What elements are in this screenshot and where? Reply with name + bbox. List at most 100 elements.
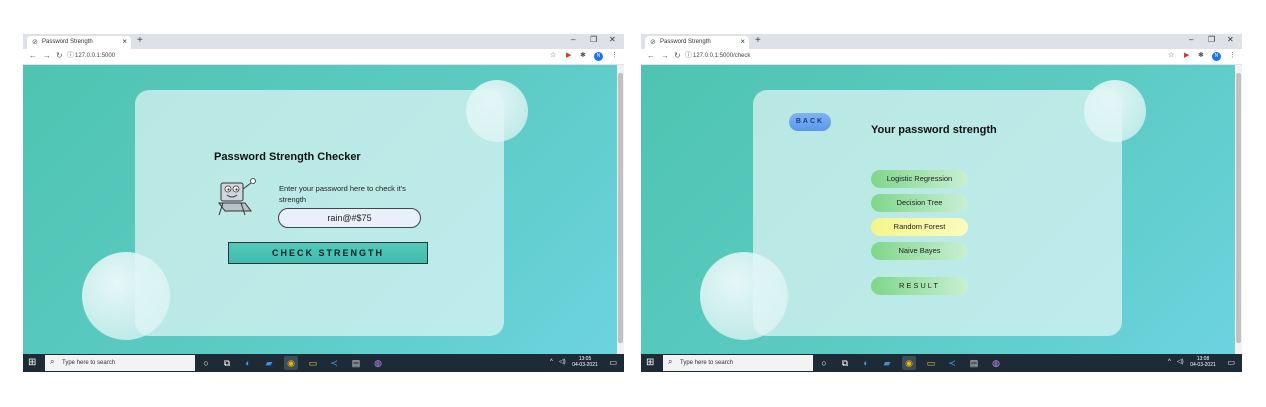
profile-avatar[interactable]: N	[594, 52, 603, 61]
chrome-icon[interactable]: ◉	[902, 356, 916, 370]
password-hint: Enter your password here to check it's s…	[279, 184, 406, 204]
browser-tab[interactable]: ⊘ Password Strength ×	[27, 36, 131, 49]
maximize-icon[interactable]: ❐	[590, 36, 597, 44]
clock-date: 04-03-2021	[1190, 362, 1216, 368]
arrow-right-icon[interactable]: →	[661, 52, 669, 60]
chrome-icon[interactable]: ◉	[284, 356, 298, 370]
edge-browser-icon[interactable]: ◐	[241, 356, 255, 370]
cortana-icon[interactable]: ○	[817, 356, 831, 370]
page-viewport: BACK Your password strength Logistic Reg…	[641, 65, 1235, 354]
file-explorer-icon[interactable]: ▭	[924, 356, 938, 370]
tray-chevron-icon[interactable]: ^	[1168, 359, 1171, 366]
menu-kebab-icon[interactable]: ⋮	[611, 52, 618, 60]
browser-tab-strip: ⊘ Password Strength × + – ❐ ✕	[23, 34, 624, 49]
arrow-right-icon[interactable]: →	[43, 52, 51, 60]
terminal-icon[interactable]: ▤	[349, 356, 363, 370]
close-window-icon[interactable]: ✕	[1227, 36, 1234, 44]
cortana-icon[interactable]: ○	[199, 356, 213, 370]
windows-icon[interactable]: ⊞	[28, 358, 36, 368]
extensions-puzzle-icon[interactable]: ✱	[1198, 52, 1204, 60]
volume-icon[interactable]: ◁)	[1177, 359, 1184, 366]
glass-card: BACK Your password strength Logistic Reg…	[753, 90, 1122, 336]
glass-card: Password Strength Checker Enter your pas…	[135, 90, 504, 336]
screenshot-strength-results: ⊘ Password Strength × + – ❐ ✕ ← → ↻ ⓘ 12…	[641, 34, 1242, 372]
minimize-icon[interactable]: –	[571, 36, 575, 44]
task-view-icon[interactable]: ⧉	[220, 356, 234, 370]
terminal-icon[interactable]: ▤	[967, 356, 981, 370]
file-explorer-icon[interactable]: ▭	[306, 356, 320, 370]
page-title: Password Strength Checker	[214, 151, 361, 163]
reload-icon[interactable]: ↻	[56, 52, 63, 60]
page-scrollbar[interactable]	[617, 65, 624, 354]
extensions-puzzle-icon[interactable]: ✱	[580, 52, 586, 60]
star-icon[interactable]: ☆	[550, 52, 556, 60]
scrollbar-thumb[interactable]	[1236, 73, 1241, 343]
laptop-mascot-icon	[218, 178, 256, 216]
app-circle-icon[interactable]: ◍	[371, 356, 385, 370]
profile-avatar[interactable]: N	[1212, 52, 1221, 61]
notification-icon[interactable]: ▭	[609, 358, 617, 367]
address-bar-row: ← → ↻ ⓘ 127.0.0.1:5000 ☆ ▶ ✱ N ⋮	[23, 49, 624, 65]
globe-icon: ⊘	[650, 39, 656, 46]
close-tab-icon[interactable]: ×	[122, 38, 127, 46]
url-field[interactable]: 127.0.0.1:5000	[75, 53, 115, 60]
result-button[interactable]: RESULT	[871, 277, 968, 295]
page-viewport: Password Strength Checker Enter your pas…	[23, 65, 617, 354]
vscode-icon[interactable]: ≺	[327, 356, 341, 370]
new-tab-icon[interactable]: +	[137, 36, 143, 46]
address-bar-row: ← → ↻ ⓘ 127.0.0.1:5000/check ☆ ▶ ✱ N ⋮	[641, 49, 1242, 65]
store-icon[interactable]: ▰	[262, 356, 276, 370]
taskbar-search-box[interactable]: ⌕ Type here to search	[45, 355, 195, 371]
close-tab-icon[interactable]: ×	[740, 38, 745, 46]
password-input[interactable]: rain@#$75	[278, 208, 421, 228]
check-strength-button[interactable]: CHECK STRENGTH	[228, 242, 428, 264]
browser-tab-strip: ⊘ Password Strength × + – ❐ ✕	[641, 34, 1242, 49]
windows-taskbar: ⊞ ⌕ Type here to search ○ ⧉ ◐ ▰ ◉ ▭ ≺ ▤ …	[641, 354, 1242, 372]
page-scrollbar[interactable]	[1235, 65, 1242, 354]
minimize-icon[interactable]: –	[1189, 36, 1193, 44]
tab-title: Password Strength	[42, 39, 93, 45]
model-decision-tree[interactable]: Decision Tree	[871, 194, 968, 212]
youtube-extension-icon[interactable]: ▶	[566, 52, 571, 60]
volume-icon[interactable]: ◁)	[559, 359, 566, 366]
screenshot-password-input: ⊘ Password Strength × + – ❐ ✕ ← → ↻ ⓘ 12…	[23, 34, 624, 372]
search-icon: ⌕	[50, 357, 55, 366]
tab-title: Password Strength	[660, 39, 711, 45]
model-naive-bayes[interactable]: Naive Bayes	[871, 242, 968, 260]
model-logistic-regression[interactable]: Logistic Regression	[871, 170, 968, 188]
model-random-forest[interactable]: Random Forest	[871, 218, 968, 236]
close-window-icon[interactable]: ✕	[609, 36, 616, 44]
system-clock[interactable]: 13:05 04-03-2021	[567, 356, 603, 368]
vscode-icon[interactable]: ≺	[945, 356, 959, 370]
taskbar-search-placeholder: Type here to search	[680, 360, 734, 366]
arrow-left-icon[interactable]: ←	[647, 52, 655, 60]
back-button[interactable]: BACK	[789, 113, 831, 131]
menu-kebab-icon[interactable]: ⋮	[1229, 52, 1236, 60]
search-icon: ⌕	[668, 357, 673, 366]
info-icon: ⓘ	[67, 52, 74, 59]
star-icon[interactable]: ☆	[1168, 52, 1174, 60]
reload-icon[interactable]: ↻	[674, 52, 681, 60]
store-icon[interactable]: ▰	[880, 356, 894, 370]
clock-date: 04-03-2021	[572, 362, 598, 368]
browser-tab[interactable]: ⊘ Password Strength ×	[645, 36, 749, 49]
windows-taskbar: ⊞ ⌕ Type here to search ○ ⧉ ◐ ▰ ◉ ▭ ≺ ▤ …	[23, 354, 624, 372]
taskbar-search-placeholder: Type here to search	[62, 360, 116, 366]
info-icon: ⓘ	[685, 52, 692, 59]
url-field[interactable]: 127.0.0.1:5000/check	[693, 53, 750, 60]
tray-chevron-icon[interactable]: ^	[550, 359, 553, 366]
arrow-left-icon[interactable]: ←	[29, 52, 37, 60]
page-title: Your password strength	[871, 124, 997, 136]
maximize-icon[interactable]: ❐	[1208, 36, 1215, 44]
windows-icon[interactable]: ⊞	[646, 358, 654, 368]
scrollbar-thumb[interactable]	[618, 73, 623, 343]
taskbar-search-box[interactable]: ⌕ Type here to search	[663, 355, 813, 371]
task-view-icon[interactable]: ⧉	[838, 356, 852, 370]
edge-browser-icon[interactable]: ◐	[859, 356, 873, 370]
new-tab-icon[interactable]: +	[755, 36, 761, 46]
globe-icon: ⊘	[32, 39, 38, 46]
youtube-extension-icon[interactable]: ▶	[1184, 52, 1189, 60]
app-circle-icon[interactable]: ◍	[989, 356, 1003, 370]
notification-icon[interactable]: ▭	[1227, 358, 1235, 367]
system-clock[interactable]: 13:08 04-03-2021	[1185, 356, 1221, 368]
